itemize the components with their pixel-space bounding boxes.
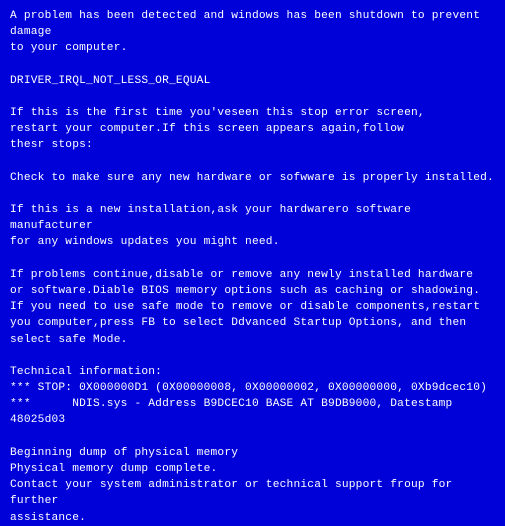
bsod-firsttime-l3: thesr stops: [10, 137, 495, 153]
bsod-tech-header: Technical information: [10, 364, 495, 380]
bsod-dump-l1: Beginning dump of physical memory [10, 445, 495, 461]
bsod-firsttime-l1: If this is the first time you'veseen thi… [10, 105, 495, 121]
bsod-problems-l4: you computer,press FB to select Ddvanced… [10, 315, 495, 331]
bsod-problems-l5: select safe Mode. [10, 332, 495, 348]
bsod-dump-l3: Contact your system administrator or tec… [10, 477, 495, 509]
bsod-stop-code: *** STOP: 0X000000D1 (0X00000008, 0X0000… [10, 380, 495, 396]
bsod-newinstall-l1: If this is a new installation,ask your h… [10, 202, 495, 234]
bsod-dump-l2: Physical memory dump complete. [10, 461, 495, 477]
bsod-problems-l2: or software.Diable BIOS memory options s… [10, 283, 495, 299]
bsod-newinstall-l2: for any windows updates you might need. [10, 234, 495, 250]
bsod-check-hardware: Check to make sure any new hardware or s… [10, 170, 495, 186]
bsod-intro-line2: to your computer. [10, 40, 495, 56]
bsod-dump-l4: assistance. [10, 510, 495, 526]
bsod-driver-line: *** NDIS.sys - Address B9DCEC10 BASE AT … [10, 396, 495, 428]
bsod-intro-line1: A problem has been detected and windows … [10, 8, 495, 40]
bsod-problems-l1: If problems continue,disable or remove a… [10, 267, 495, 283]
bsod-firsttime-l2: restart your computer.If this screen app… [10, 121, 495, 137]
bsod-error-code: DRIVER_IRQL_NOT_LESS_OR_EQUAL [10, 73, 495, 89]
bsod-problems-l3: If you need to use safe mode to remove o… [10, 299, 495, 315]
